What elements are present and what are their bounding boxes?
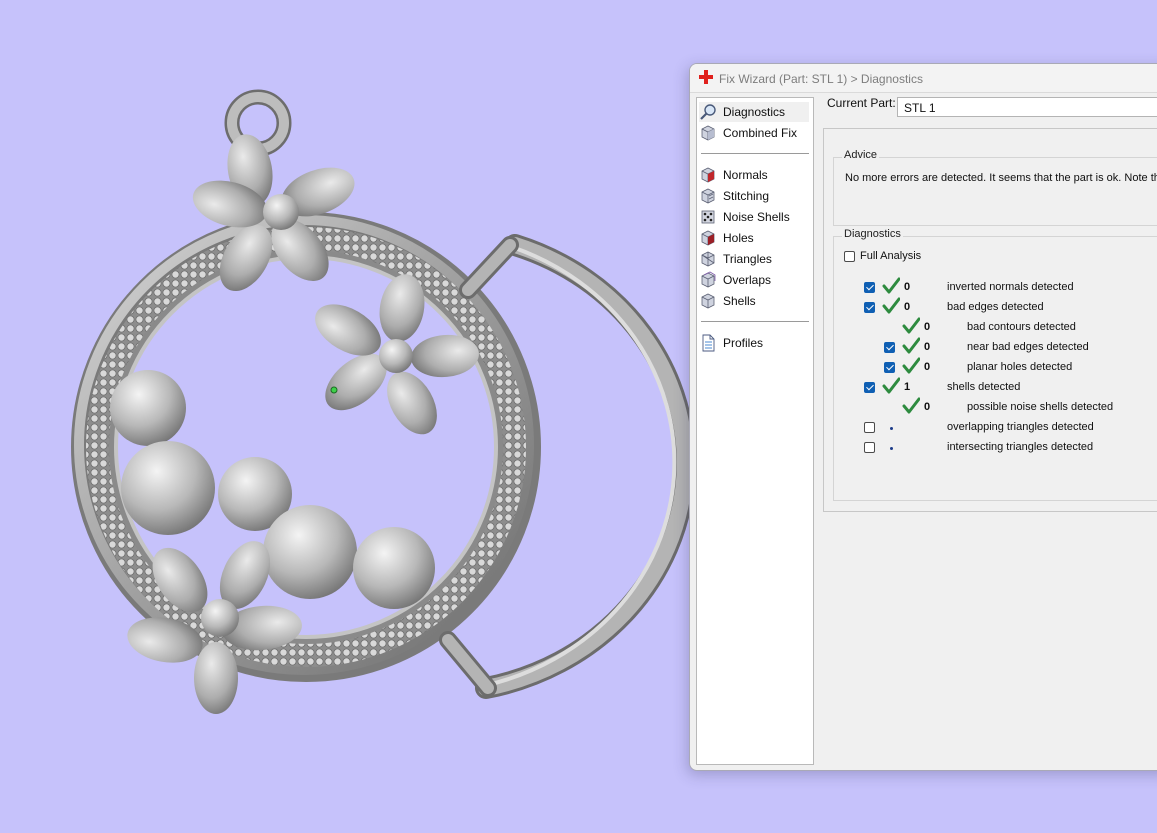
title-bar[interactable]: Fix Wizard (Part: STL 1) > Diagnostics <box>690 64 1157 93</box>
full-analysis-label: Full Analysis <box>860 250 922 262</box>
combined-fix-icon <box>701 125 715 141</box>
diagnostic-row: 1 shells detected <box>834 377 1157 396</box>
diagnostics-panel: Advice No more errors are detected. It s… <box>823 128 1157 512</box>
advice-text: No more errors are detected. It seems th… <box>845 172 1157 184</box>
current-part-label: Current Part: <box>827 96 896 110</box>
window-title: Fix Wizard (Part: STL 1) > Diagnostics <box>719 72 923 86</box>
diagnostic-checkbox[interactable] <box>864 282 875 293</box>
diagnostic-label: possible noise shells detected <box>967 401 1114 413</box>
green-check-icon <box>902 397 920 414</box>
diagnostic-checkbox[interactable] <box>864 382 875 393</box>
nav-separator <box>701 153 809 154</box>
nav-item-shells[interactable]: Shells <box>699 291 809 311</box>
nav-item-label: Combined Fix <box>723 126 798 140</box>
diagnostic-count: 0 <box>924 321 931 333</box>
diagnostic-label: intersecting triangles detected <box>947 441 1094 453</box>
green-check-icon <box>902 337 920 354</box>
diagnostic-label: bad edges detected <box>947 301 1044 313</box>
diagnostic-count: 0 <box>904 281 911 293</box>
diagnostic-label: planar holes detected <box>967 361 1073 373</box>
diagnostic-checkbox[interactable] <box>884 342 895 353</box>
nav-item-combined-fix[interactable]: Combined Fix <box>699 123 809 143</box>
nav-separator <box>701 321 809 322</box>
diagnostic-label: inverted normals detected <box>947 281 1074 293</box>
advice-title: Advice <box>842 149 880 161</box>
diagnostic-row: overlapping triangles detected <box>834 420 1157 436</box>
triangles-cube-icon <box>701 251 715 267</box>
normals-cube-icon <box>701 167 715 183</box>
diagnostic-count: 0 <box>924 341 931 353</box>
nav-item-triangles[interactable]: Triangles <box>699 249 809 269</box>
nav-item-overlaps[interactable]: Overlaps <box>699 270 809 290</box>
diagnostic-row: 0 planar holes detected <box>834 357 1157 376</box>
nav-item-stitching[interactable]: Stitching <box>699 186 809 206</box>
diagnostic-row: 0 near bad edges detected <box>834 337 1157 356</box>
green-check-icon <box>882 377 900 394</box>
diagnostic-count: 0 <box>904 301 911 313</box>
stitching-cube-icon <box>701 188 715 204</box>
nav-item-label: Profiles <box>723 336 764 350</box>
nav-item-label: Stitching <box>723 189 770 203</box>
shells-cube-icon <box>701 293 715 309</box>
green-check-icon <box>882 297 900 314</box>
nav-item-label: Noise Shells <box>723 210 790 224</box>
nav-item-diagnostics[interactable]: Diagnostics <box>699 102 809 122</box>
nav-item-label: Diagnostics <box>723 105 786 119</box>
advice-group: Advice No more errors are detected. It s… <box>833 149 1157 226</box>
diagnostic-checkbox[interactable] <box>864 442 875 453</box>
pending-dot-icon <box>890 427 893 430</box>
pendant-model[interactable] <box>71 89 696 714</box>
diagnostic-checkbox[interactable] <box>864 422 875 433</box>
diagnostic-label: bad contours detected <box>967 321 1076 333</box>
noise-shells-icon <box>701 210 715 224</box>
nav-item-label: Normals <box>723 168 768 182</box>
diagnostic-count: 1 <box>904 381 911 393</box>
nav-item-profiles[interactable]: Profiles <box>699 333 809 353</box>
diagnostic-count: 0 <box>924 401 931 413</box>
nav-item-normals[interactable]: Normals <box>699 165 809 185</box>
diagnostic-row: 0 inverted normals detected <box>834 277 1157 296</box>
diagnostic-label: overlapping triangles detected <box>947 421 1094 433</box>
profiles-document-icon <box>702 334 715 352</box>
nav-item-noise-shells[interactable]: Noise Shells <box>699 207 809 227</box>
nav-item-label: Overlaps <box>723 273 772 287</box>
red-cross-app-icon <box>699 70 713 84</box>
diagnostic-row: 0 possible noise shells detected <box>834 397 1157 416</box>
overlaps-cube-icon <box>701 271 716 288</box>
diagnostic-row: intersecting triangles detected <box>834 440 1157 456</box>
fix-wizard-window: Fix Wizard (Part: STL 1) > Diagnostics D… <box>689 63 1157 771</box>
diagnostics-title: Diagnostics <box>842 228 903 240</box>
nav-item-label: Shells <box>723 294 756 308</box>
diagnostic-count: 0 <box>924 361 931 373</box>
holes-cube-icon <box>701 230 715 246</box>
diagnostics-group: Diagnostics Full Analysis 0 inverted norm… <box>833 228 1157 501</box>
green-check-icon <box>902 317 920 334</box>
nav-item-holes[interactable]: Holes <box>699 228 809 248</box>
pending-dot-icon <box>890 447 893 450</box>
full-analysis-checkbox[interactable] <box>844 251 855 262</box>
diagnostic-row: 0 bad contours detected <box>834 317 1157 336</box>
diagnostic-label: shells detected <box>947 381 1021 393</box>
diagnostic-label: near bad edges detected <box>967 341 1089 353</box>
green-check-icon <box>882 277 900 294</box>
nav-item-label: Holes <box>723 231 754 245</box>
diagnostic-checkbox[interactable] <box>884 362 895 373</box>
current-part-field[interactable]: STL 1 <box>897 97 1157 117</box>
nav-item-label: Triangles <box>723 252 772 266</box>
fix-wizard-nav: Diagnostics Combined Fix Normals Stitching N… <box>696 97 814 765</box>
diagnostic-row: 0 bad edges detected <box>834 297 1157 316</box>
green-check-icon <box>902 357 920 374</box>
diagnostic-checkbox[interactable] <box>864 302 875 313</box>
magnifier-icon <box>700 104 716 120</box>
